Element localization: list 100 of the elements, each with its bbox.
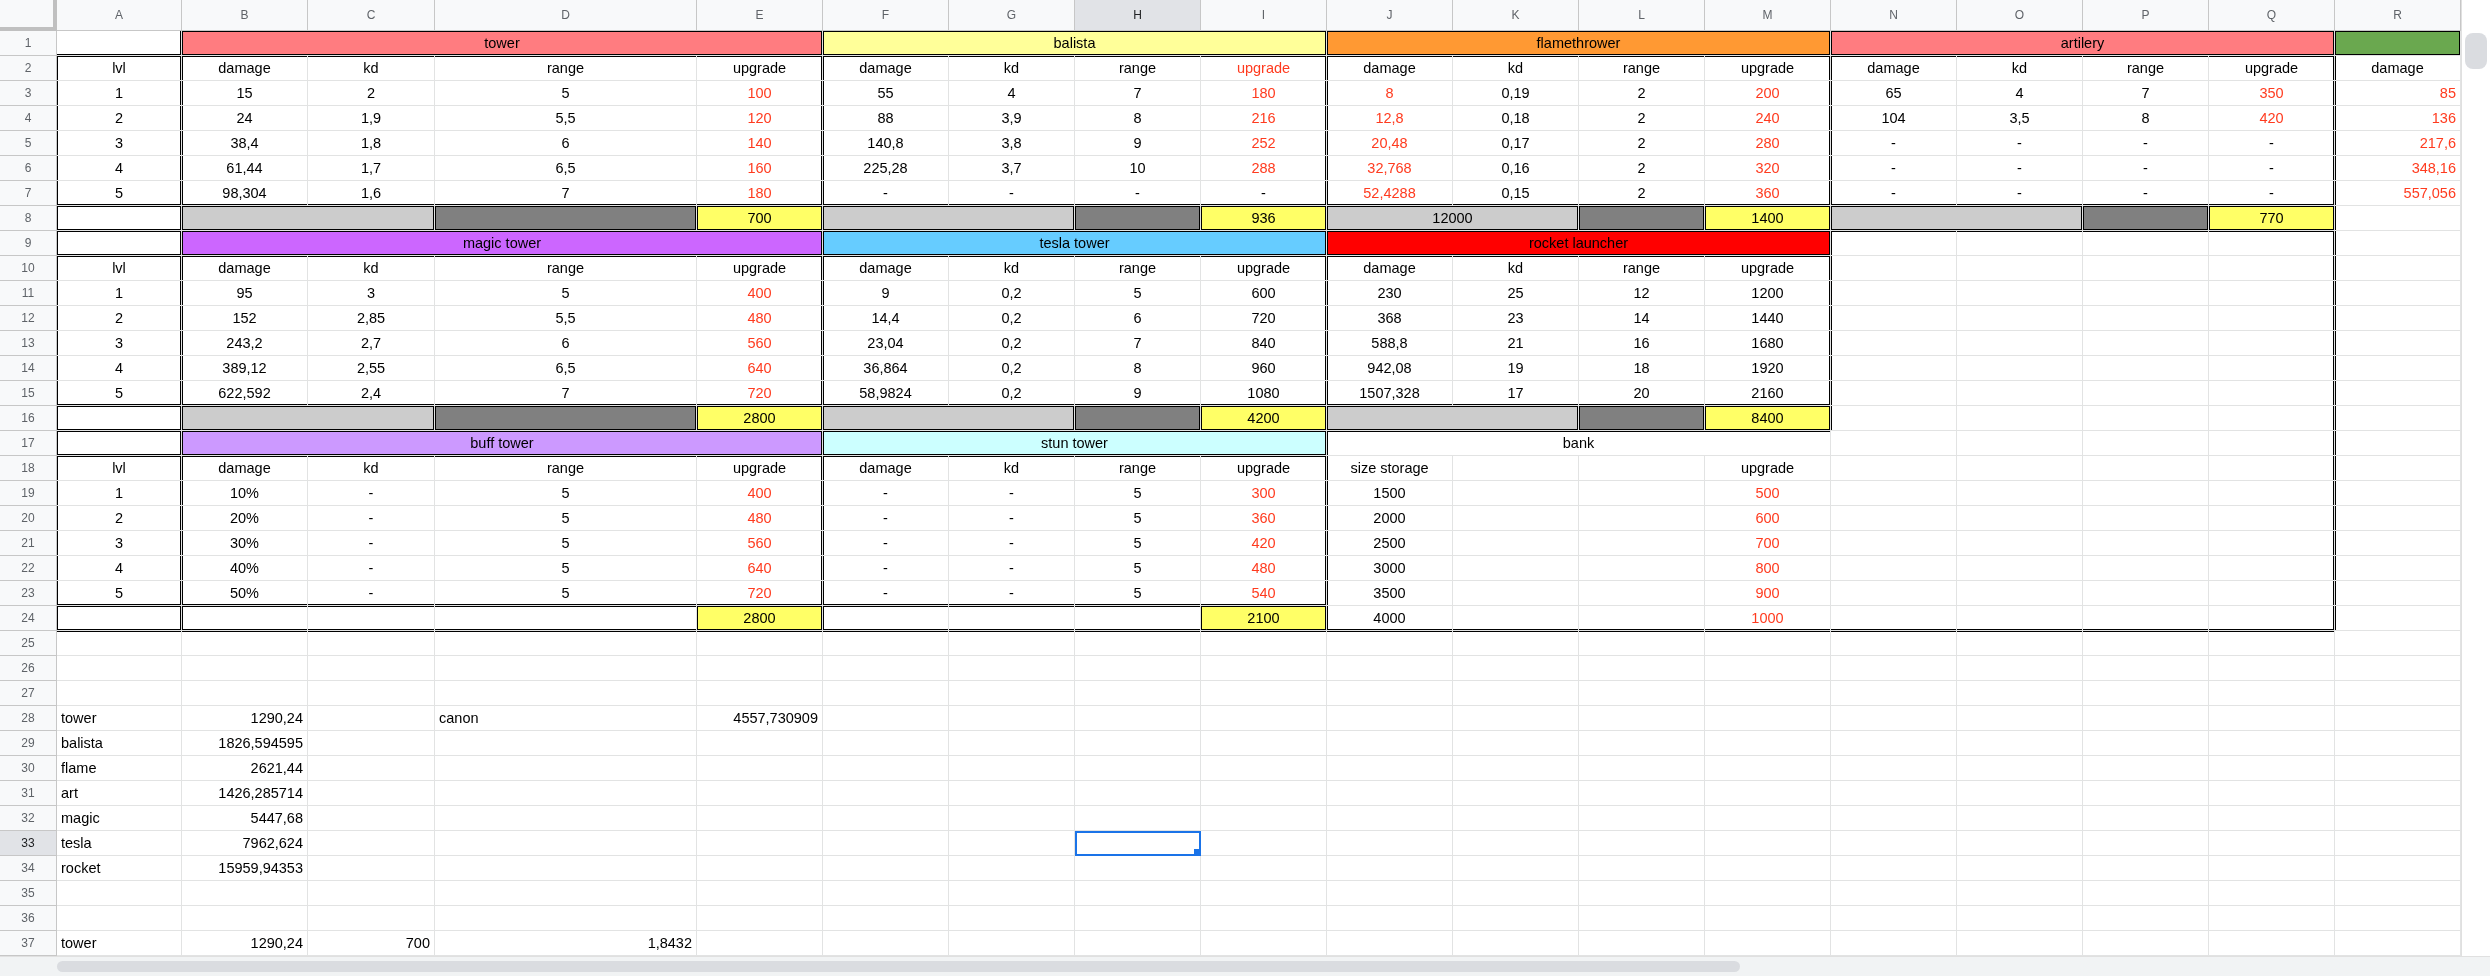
- table-title: tesla tower: [823, 231, 1327, 256]
- table-cell: canon: [435, 706, 697, 731]
- table-cell: 1,7: [308, 156, 435, 181]
- table-cell: 480: [1201, 556, 1327, 581]
- table-cell: -: [1831, 156, 1957, 181]
- table-title: artilery: [1831, 31, 2335, 56]
- table-cell: 389,12: [182, 356, 308, 381]
- row-number: 32: [0, 806, 57, 831]
- column-header[interactable]: J: [1327, 0, 1453, 31]
- table-cell: 5,5: [435, 306, 697, 331]
- table-cell: -: [1201, 181, 1327, 206]
- row-number: 10: [0, 256, 57, 281]
- table-cell: bank: [1327, 431, 1831, 456]
- row-number: 35: [0, 881, 57, 906]
- table-cell: 58,9824: [823, 381, 949, 406]
- table-cell: 2: [57, 106, 182, 131]
- table-cell: rocket: [57, 856, 182, 881]
- table-cell: -: [1957, 181, 2083, 206]
- table-cell: 5: [1075, 481, 1201, 506]
- column-header[interactable]: L: [1579, 0, 1705, 31]
- table-cell: upgrade: [1201, 56, 1327, 81]
- table-cell: lvl: [57, 56, 182, 81]
- table-cell: damage: [823, 256, 949, 281]
- table-cell: magic: [57, 806, 182, 831]
- table-cell: 1500: [1327, 481, 1453, 506]
- table-cell: 420: [2209, 106, 2335, 131]
- column-header[interactable]: C: [308, 0, 435, 31]
- table-cell: 9: [1075, 131, 1201, 156]
- table-title: balista: [823, 31, 1327, 56]
- table-cell: 14,4: [823, 306, 949, 331]
- table-cell: lvl: [57, 256, 182, 281]
- table-title: tower: [182, 31, 823, 56]
- column-header[interactable]: O: [1957, 0, 2083, 31]
- horizontal-scrollbar[interactable]: [0, 956, 2490, 976]
- table-cell: -: [1831, 181, 1957, 206]
- table-cell: 1,6: [308, 181, 435, 206]
- table-cell: 5: [1075, 581, 1201, 606]
- table-cell: 5: [435, 506, 697, 531]
- table-cell: 10%: [182, 481, 308, 506]
- table-cell: 160: [697, 156, 823, 181]
- table-cell: 5,5: [435, 106, 697, 131]
- column-header[interactable]: R: [2335, 0, 2461, 31]
- table-cell: 12: [1579, 281, 1705, 306]
- table-cell: 2: [1579, 81, 1705, 106]
- table-cell: 7: [435, 181, 697, 206]
- column-header[interactable]: B: [182, 0, 308, 31]
- table-cell: 7: [435, 381, 697, 406]
- table-cell: 4: [57, 556, 182, 581]
- table-cell: 2: [1579, 131, 1705, 156]
- column-header[interactable]: Q: [2209, 0, 2335, 31]
- table-cell: 98,304: [182, 181, 308, 206]
- select-all-corner[interactable]: [0, 0, 57, 31]
- table-cell: 36,864: [823, 356, 949, 381]
- table-cell: 0,2: [949, 381, 1075, 406]
- table-cell: 4557,730909: [697, 706, 823, 731]
- table-cell: 1440: [1705, 306, 1831, 331]
- table-cell: -: [1957, 131, 2083, 156]
- table-cell: range: [1075, 256, 1201, 281]
- table-cell: 5: [57, 581, 182, 606]
- table-cell: -: [823, 481, 949, 506]
- table-cell: 18: [1579, 356, 1705, 381]
- table-cell: 180: [697, 181, 823, 206]
- selected-cell[interactable]: [1075, 831, 1201, 856]
- total-cell: 8400: [1705, 406, 1831, 431]
- table-cell: -: [823, 581, 949, 606]
- column-header[interactable]: M: [1705, 0, 1831, 31]
- column-header[interactable]: G: [949, 0, 1075, 31]
- column-header[interactable]: K: [1453, 0, 1579, 31]
- table-cell: range: [435, 456, 697, 481]
- table-cell: 3: [57, 331, 182, 356]
- column-header[interactable]: H: [1075, 0, 1201, 31]
- column-header[interactable]: E: [697, 0, 823, 31]
- table-cell: 640: [697, 556, 823, 581]
- column-header[interactable]: F: [823, 0, 949, 31]
- table-cell: 600: [1201, 281, 1327, 306]
- table-cell: kd: [949, 256, 1075, 281]
- column-header[interactable]: A: [57, 0, 182, 31]
- row-number: 18: [0, 456, 57, 481]
- table-cell: 8: [1075, 106, 1201, 131]
- column-header[interactable]: P: [2083, 0, 2209, 31]
- table-cell: 942,08: [1327, 356, 1453, 381]
- table-cell: upgrade: [1705, 56, 1831, 81]
- vertical-scrollbar[interactable]: [2461, 0, 2490, 956]
- column-header[interactable]: I: [1201, 0, 1327, 31]
- table-cell: upgrade: [1705, 456, 1831, 481]
- table-cell: 5: [435, 281, 697, 306]
- table-cell: 243,2: [182, 331, 308, 356]
- table-cell: 225,28: [823, 156, 949, 181]
- table-cell: 7: [2083, 81, 2209, 106]
- table-cell: upgrade: [697, 456, 823, 481]
- table-cell: 0,19: [1453, 81, 1579, 106]
- table-cell: 19: [1453, 356, 1579, 381]
- table-cell: 1: [57, 281, 182, 306]
- table-cell: 1,8: [308, 131, 435, 156]
- table-cell: 1080: [1201, 381, 1327, 406]
- column-header[interactable]: N: [1831, 0, 1957, 31]
- table-cell: 1426,285714: [182, 781, 308, 806]
- table-cell: upgrade: [697, 256, 823, 281]
- total-cell: 770: [2209, 206, 2335, 231]
- column-header[interactable]: D: [435, 0, 697, 31]
